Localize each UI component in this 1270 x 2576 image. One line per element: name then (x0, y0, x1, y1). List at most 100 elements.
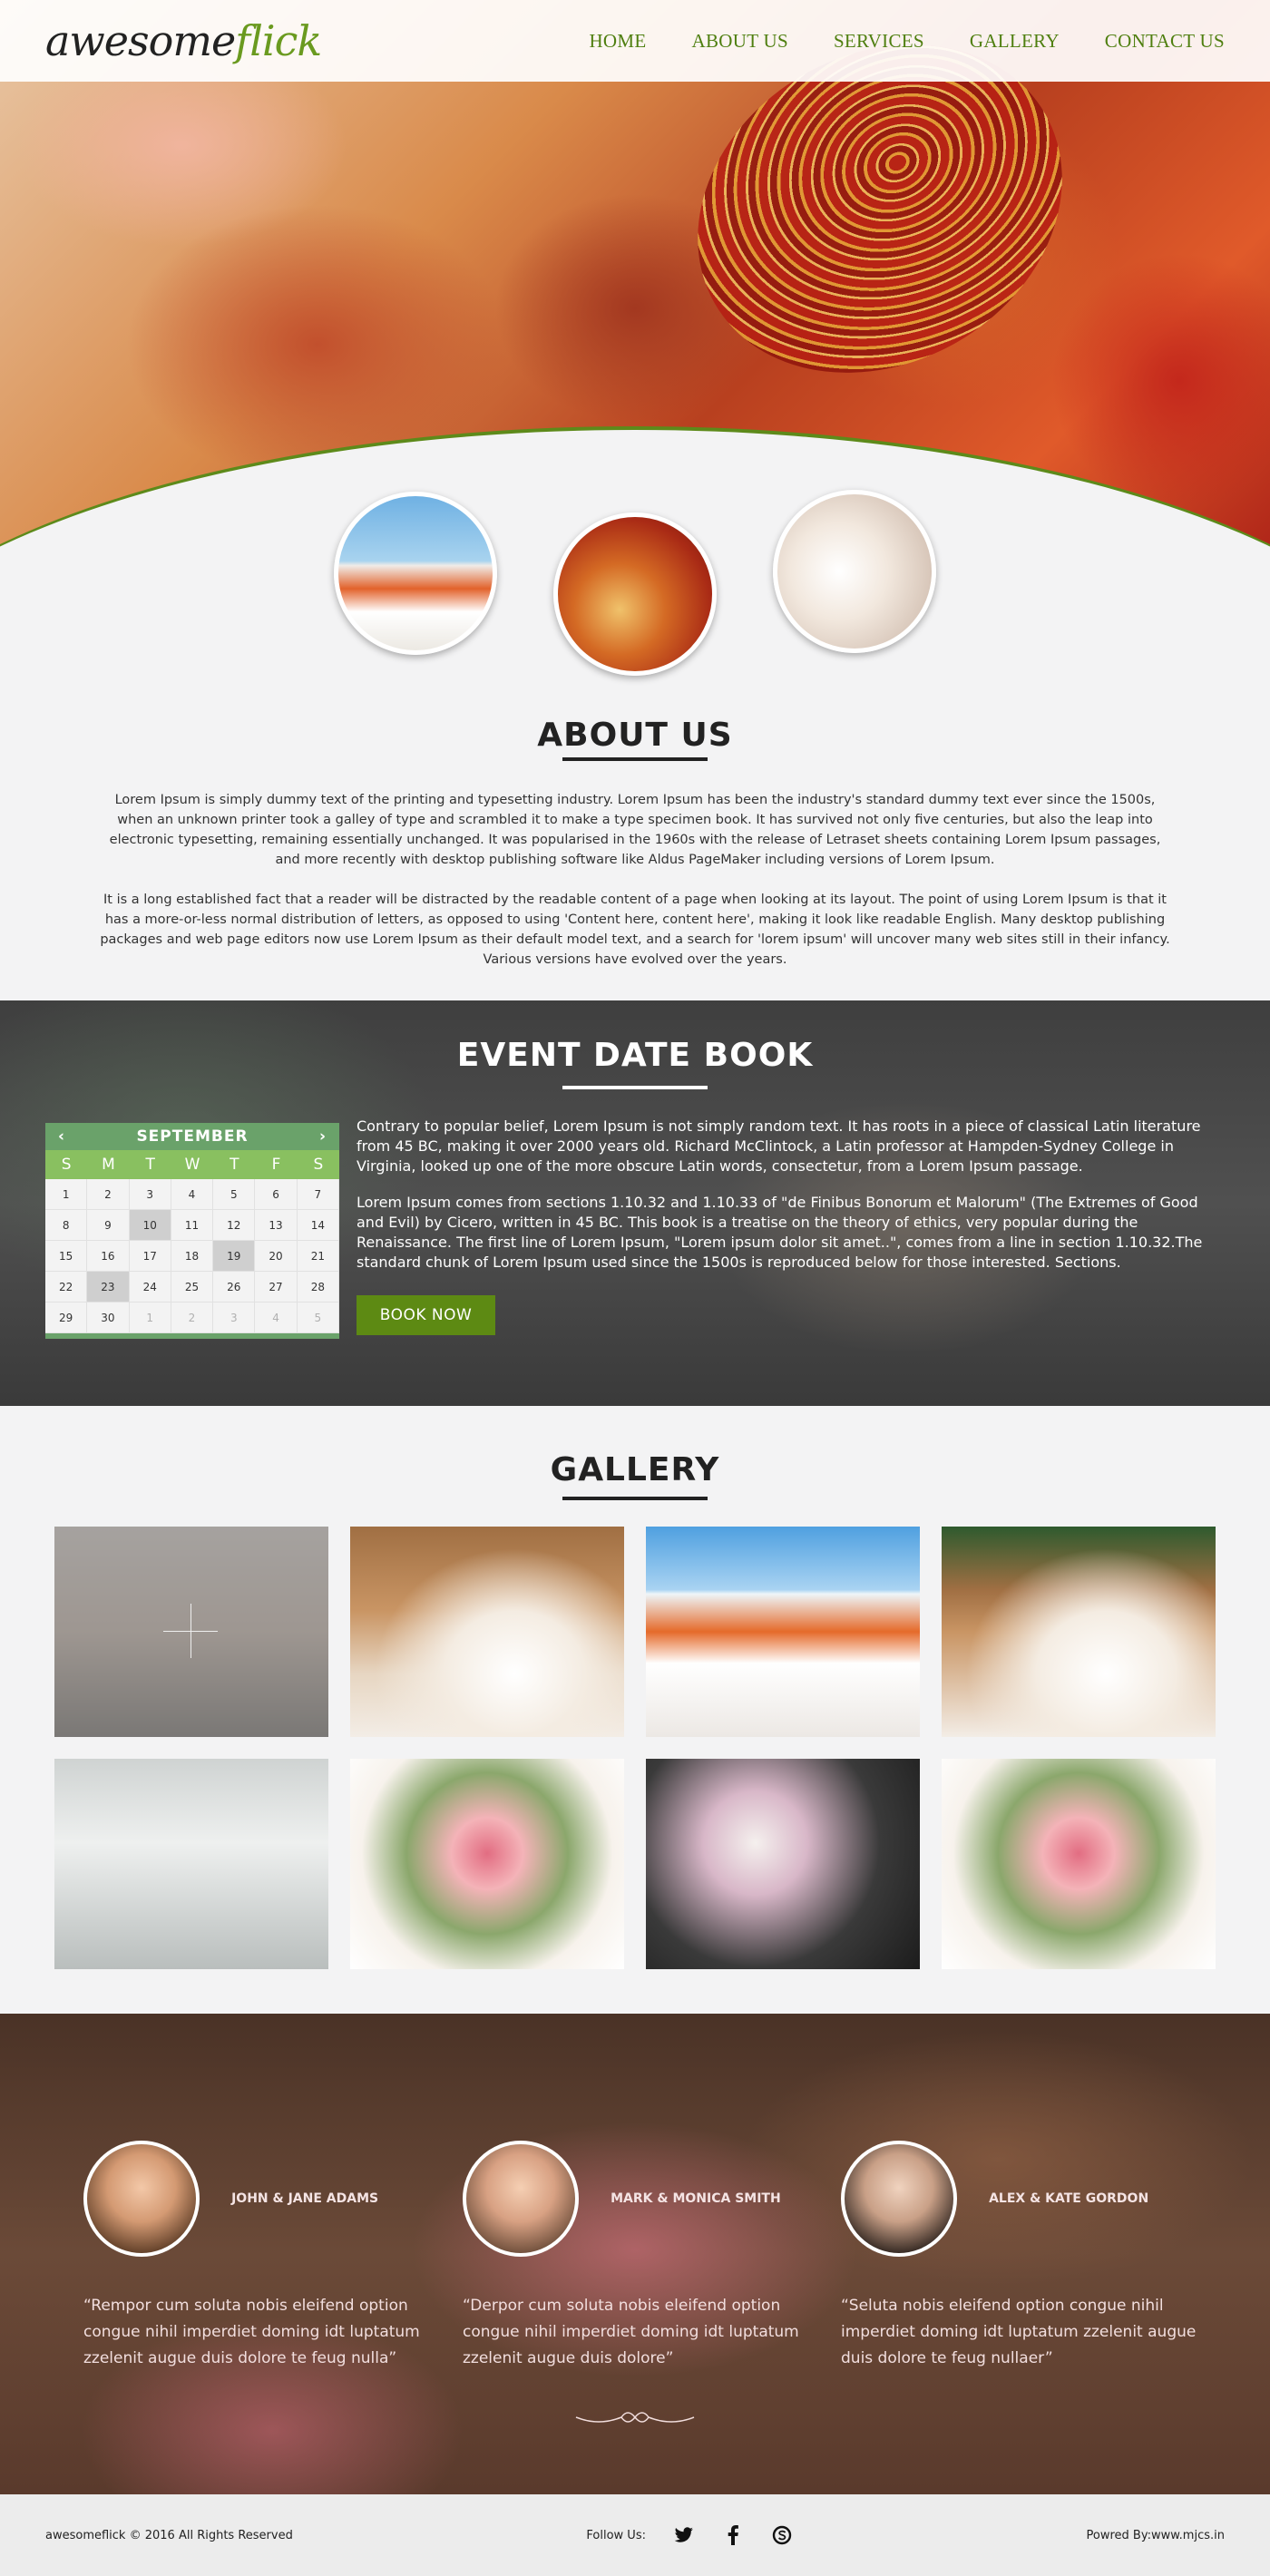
nav-about-us[interactable]: ABOUT US (692, 30, 788, 53)
calendar-day[interactable]: 28 (297, 1272, 339, 1303)
nav-gallery[interactable]: GALLERY (970, 30, 1060, 53)
copyright-text: awesomeflick © 2016 All Rights Reserved (45, 2528, 293, 2542)
nav-services[interactable]: SERVICES (834, 30, 924, 53)
calendar-day[interactable]: 21 (297, 1241, 339, 1272)
calendar-day[interactable]: 11 (171, 1210, 214, 1241)
testimonials-section: JOHN & JANE ADAMS “Rempor cum soluta nob… (0, 2014, 1270, 2494)
calendar-day[interactable]: 23 (87, 1272, 130, 1303)
gallery-item-flowers-table[interactable] (646, 1759, 920, 1969)
hero-thumb-beach-table[interactable] (334, 492, 497, 655)
book-now-button[interactable]: BOOK NOW (357, 1295, 495, 1335)
gallery-item-flower-bouquet-2[interactable] (942, 1759, 1216, 1969)
event-description: Contrary to popular belief, Lorem Ipsum … (357, 1117, 1227, 1273)
site-footer: awesomeflick © 2016 All Rights Reserved … (0, 2494, 1270, 2576)
hero-thumbnails (0, 490, 1270, 676)
calendar-next-icon[interactable]: › (319, 1127, 327, 1146)
avatar (463, 2141, 579, 2257)
calendar-grid: 1 2 3 4 5 6 7 8 9 10 11 12 13 14 15 16 17 18 19 20 21 22 23 24 2… (45, 1179, 339, 1333)
facebook-icon[interactable] (722, 2524, 744, 2546)
calendar-day[interactable]: 2 (87, 1179, 130, 1210)
testimonial-name: MARK & MONICA SMITH (611, 2191, 781, 2206)
calendar-day[interactable]: 25 (171, 1272, 214, 1303)
calendar-day[interactable]: 16 (87, 1241, 130, 1272)
flourish-divider-icon (575, 2412, 695, 2423)
calendar-day[interactable]: 6 (255, 1179, 298, 1210)
nav-home[interactable]: HOME (589, 30, 646, 53)
gallery-item-flower-bouquet[interactable] (350, 1759, 624, 1969)
calendar-day[interactable]: 18 (171, 1241, 214, 1272)
testimonial-quote: “Seluta nobis eleifend option congue nih… (841, 2297, 1197, 2367)
calendar-day[interactable]: 12 (213, 1210, 256, 1241)
calendar-day[interactable]: 22 (45, 1272, 88, 1303)
weekday-label: W (184, 1156, 200, 1174)
calendar-widget: ‹ SEPTEMBER › S M T W T F S 1 2 3 4 5 6 7 8 9 10 1… (45, 1123, 339, 1339)
avatar (83, 2141, 200, 2257)
calendar-day[interactable]: 9 (87, 1210, 130, 1241)
zoom-plus-icon (163, 1631, 218, 1632)
gallery-item-wedding-cake-2[interactable] (942, 1527, 1216, 1737)
gallery-item-table-setting[interactable] (54, 1527, 328, 1737)
calendar-day[interactable]: 10 (129, 1210, 171, 1241)
gallery-item-wedding-cake[interactable] (350, 1527, 624, 1737)
site-logo[interactable]: awesomeflick (45, 16, 322, 65)
event-title-underline (562, 1086, 708, 1089)
calendar-day[interactable]: 17 (129, 1241, 171, 1272)
calendar-day[interactable]: 26 (213, 1272, 256, 1303)
gallery-title: GALLERY (550, 1451, 720, 1488)
testimonial-name: JOHN & JANE ADAMS (231, 2191, 379, 2206)
calendar-month: SEPTEMBER (136, 1127, 249, 1146)
gallery-section: GALLERY (0, 1406, 1270, 2014)
gallery-item-candelabra[interactable] (54, 1759, 328, 1969)
calendar-day[interactable]: 27 (255, 1272, 298, 1303)
calendar-day[interactable]: 4 (255, 1303, 298, 1333)
main-nav: HOME ABOUT US SERVICES GALLERY CONTACT U… (589, 30, 1225, 53)
calendar-day[interactable]: 24 (129, 1272, 171, 1303)
weekday-label: F (271, 1156, 281, 1174)
calendar-weekdays: S M T W T F S (45, 1150, 339, 1179)
testimonial-name: ALEX & KATE GORDON (989, 2191, 1149, 2206)
calendar-day[interactable]: 20 (255, 1241, 298, 1272)
calendar-day[interactable]: 2 (171, 1303, 214, 1333)
hero-thumb-hands[interactable] (553, 512, 717, 676)
logo-main-text: awesome (45, 16, 236, 65)
gallery-title-underline (562, 1497, 708, 1500)
gallery-item-beach-table[interactable] (646, 1527, 920, 1737)
event-title: EVENT DATE BOOK (456, 1037, 814, 1074)
testimonial-card: JOHN & JANE ADAMS “Rempor cum soluta nob… (83, 2141, 446, 2372)
calendar-day[interactable]: 8 (45, 1210, 88, 1241)
calendar-day[interactable]: 5 (297, 1303, 339, 1333)
testimonial-card: ALEX & KATE GORDON “Seluta nobis eleifen… (841, 2141, 1204, 2372)
testimonial-quote: “Rempor cum soluta nobis eleifend option… (83, 2297, 420, 2367)
calendar-day[interactable]: 1 (129, 1303, 171, 1333)
hero-thumb-table-setting[interactable] (773, 490, 936, 653)
calendar-day[interactable]: 13 (255, 1210, 298, 1241)
calendar-day[interactable]: 3 (213, 1303, 256, 1333)
calendar-day[interactable]: 5 (213, 1179, 256, 1210)
calendar-day[interactable]: 4 (171, 1179, 214, 1210)
about-paragraph-2: It is a long established fact that a rea… (100, 893, 1170, 967)
calendar-prev-icon[interactable]: ‹ (58, 1127, 65, 1146)
credit-text: Powred By:www.mjcs.in (1086, 2528, 1225, 2542)
calendar-day[interactable]: 1 (45, 1179, 88, 1210)
about-paragraph-1: Lorem Ipsum is simply dummy text of the … (109, 793, 1161, 867)
calendar-day[interactable]: 19 (213, 1241, 256, 1272)
nav-contact-us[interactable]: CONTACT US (1105, 30, 1225, 53)
calendar-day[interactable]: 15 (45, 1241, 88, 1272)
twitter-icon[interactable] (673, 2524, 695, 2546)
calendar-day[interactable]: 30 (87, 1303, 130, 1333)
calendar-day[interactable]: 29 (45, 1303, 88, 1333)
social-links: Follow Us: (586, 2524, 793, 2546)
about-title: ABOUT US (537, 717, 733, 754)
event-paragraph-2: Lorem Ipsum comes from sections 1.10.32 … (357, 1194, 1203, 1271)
calendar-day[interactable]: 14 (297, 1210, 339, 1241)
logo-accent-text: flick (235, 16, 322, 65)
calendar-day[interactable]: 3 (129, 1179, 171, 1210)
about-section: ABOUT US Lorem Ipsum is simply dummy tex… (0, 717, 1270, 970)
weekday-label: S (313, 1156, 324, 1174)
calendar-day[interactable]: 7 (297, 1179, 339, 1210)
skype-icon[interactable] (771, 2524, 793, 2546)
follow-label: Follow Us: (586, 2528, 646, 2542)
weekday-label: T (145, 1156, 155, 1174)
site-header: awesomeflick HOME ABOUT US SERVICES GALL… (0, 0, 1270, 82)
about-title-underline (562, 757, 708, 761)
